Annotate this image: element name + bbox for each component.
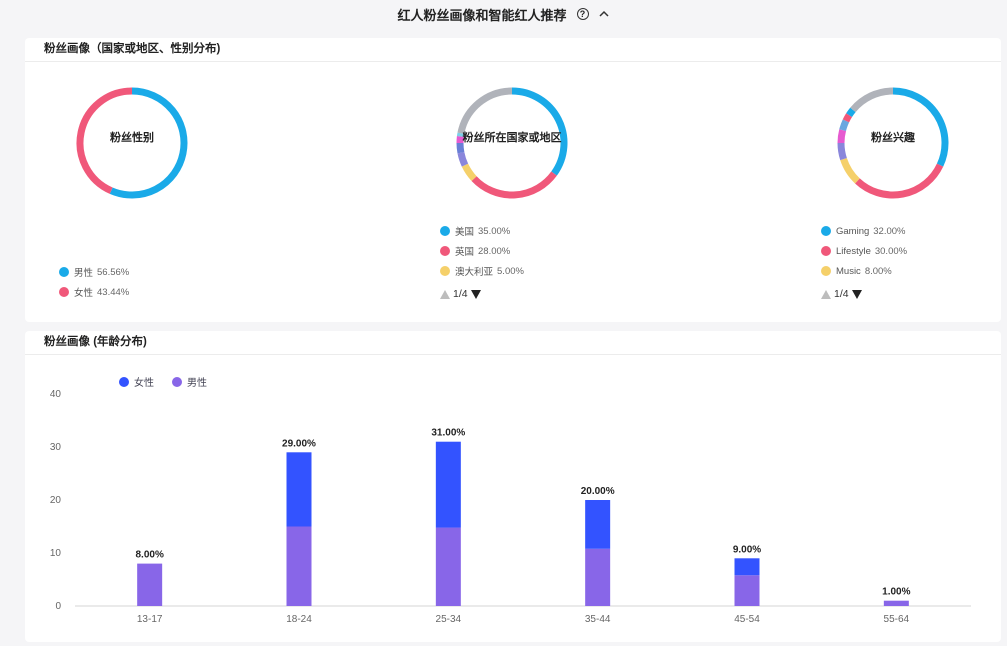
bar-total-label: 9.00%	[733, 544, 761, 555]
country-donut: 粉丝所在国家或地区	[455, 86, 569, 200]
pager-up-icon[interactable]	[440, 289, 450, 299]
country-legend-label: 美国	[455, 227, 475, 238]
country-legend-label: 英国	[455, 247, 475, 258]
bar-35-44-男性[interactable]	[585, 548, 611, 606]
section-title: 红人粉丝画像和智能红人推荐	[397, 7, 567, 23]
chevron-up-icon[interactable]	[598, 8, 610, 20]
bar-25-34-女性[interactable]	[435, 441, 461, 528]
bar-18-24-女性[interactable]	[286, 452, 312, 527]
interest-legend-item[interactable]: Gaming 32.00%	[821, 221, 907, 241]
age-card: 粉丝画像 (年龄分布) 女性 男性 0 10 20 30 40 8.00% 13-17 29.0…	[25, 331, 1001, 642]
bar-18-24-男性[interactable]	[286, 526, 312, 607]
age-card-title: 粉丝画像 (年龄分布)	[25, 331, 1001, 355]
bar-45-54-女性[interactable]	[734, 558, 760, 576]
gender-legend-pct: 56.56%	[97, 266, 130, 278]
interest-pager-text: 1/4	[834, 288, 849, 300]
country-donut-slice-1[interactable]	[471, 171, 557, 199]
interest-legend-pct: 32.00%	[873, 225, 906, 237]
interest-legend-item[interactable]: Music 8.00%	[821, 261, 907, 281]
country-donut-slice-3[interactable]	[457, 151, 469, 167]
bar-45-54-男性[interactable]	[734, 575, 760, 606]
gender-legend-item[interactable]: 男性 56.56%	[59, 262, 129, 282]
country-legend-item[interactable]: 美国 35.00%	[440, 221, 524, 241]
interest-legend-item[interactable]: Lifestyle 30.00%	[821, 241, 907, 261]
interest-legend: Gaming 32.00% Lifestyle 30.00% Music 8.00%	[821, 221, 907, 281]
interest-pager[interactable]: 1/4	[821, 286, 862, 302]
interest-donut-label: 粉丝兴趣	[871, 132, 915, 144]
bar-55-64-男性[interactable]	[883, 600, 909, 606]
y-tick-label: 10	[50, 548, 62, 559]
interest-legend-label: Lifestyle	[836, 245, 871, 257]
y-tick-label: 0	[55, 601, 61, 612]
gender-legend-item[interactable]: 女性 43.44%	[59, 282, 129, 302]
help-icon[interactable]: ?	[576, 8, 589, 20]
legend-dot-icon	[440, 226, 450, 236]
bar-total-label: 29.00%	[282, 438, 316, 449]
legend-dot-icon	[440, 246, 450, 256]
interest-donut-slice-6[interactable]	[842, 113, 853, 123]
x-tick-label: 55-64	[884, 614, 910, 625]
interest-legend-pct: 8.00%	[864, 265, 892, 277]
gender-donut: 粉丝性别	[75, 86, 189, 200]
pager-down-icon[interactable]	[851, 289, 862, 299]
x-tick-label: 35-44	[585, 614, 611, 625]
profile-card: 粉丝画像（国家或地区、性别分布) 粉丝性别 男性 56.56% 女性 43.44% 粉…	[25, 38, 1001, 322]
legend-dot-icon	[821, 266, 831, 276]
legend-dot-icon	[440, 266, 450, 276]
country-pager-text: 1/4	[453, 288, 468, 300]
country-legend-pct: 35.00%	[478, 225, 511, 237]
interest-donut: 粉丝兴趣	[836, 86, 950, 200]
interest-legend-label: Gaming	[836, 225, 870, 237]
y-tick-label: 40	[50, 389, 62, 400]
interest-donut-slice-1[interactable]	[855, 163, 944, 199]
legend-dot-icon	[821, 226, 831, 236]
country-legend-item[interactable]: 澳大利亚 5.00%	[440, 261, 524, 281]
country-legend-pct: 5.00%	[497, 265, 524, 277]
country-pager[interactable]: 1/4	[440, 286, 481, 302]
country-legend: 美国 35.00% 英国 28.00% 澳大利亚 5.00%	[440, 221, 524, 281]
legend-dot-icon	[59, 267, 69, 277]
gender-donut-label: 粉丝性别	[110, 132, 154, 144]
bar-35-44-女性[interactable]	[585, 500, 611, 549]
interest-donut-slice-3[interactable]	[837, 142, 847, 161]
pager-down-icon[interactable]	[470, 289, 481, 299]
gender-legend: 男性 56.56% 女性 43.44%	[59, 262, 129, 302]
pager-up-icon[interactable]	[821, 289, 831, 299]
x-tick-label: 25-34	[436, 614, 462, 625]
gender-legend-label: 男性	[74, 268, 94, 279]
country-legend-pct: 28.00%	[478, 245, 511, 257]
interest-donut-slice-7[interactable]	[846, 107, 856, 118]
bar-13-17-男性[interactable]	[137, 563, 163, 606]
country-legend-label: 澳大利亚	[455, 267, 494, 278]
bar-total-label: 1.00%	[882, 587, 910, 598]
x-tick-label: 13-17	[137, 614, 163, 625]
country-legend-item[interactable]: 英国 28.00%	[440, 241, 524, 261]
interest-legend-pct: 30.00%	[874, 245, 908, 257]
country-donut-slice-7[interactable]	[457, 87, 513, 135]
interest-legend-label: Music	[836, 265, 861, 277]
bar-total-label: 8.00%	[135, 550, 163, 561]
country-donut-label: 粉丝所在国家或地区	[462, 132, 562, 144]
profile-card-title: 粉丝画像（国家或地区、性别分布)	[25, 38, 1001, 62]
gender-legend-pct: 43.44%	[97, 286, 130, 298]
bar-25-34-男性[interactable]	[435, 527, 461, 606]
y-tick-label: 20	[50, 495, 62, 506]
gender-legend-label: 女性	[74, 288, 94, 299]
bar-total-label: 31.00%	[431, 428, 465, 439]
legend-dot-icon	[59, 287, 69, 297]
country-donut-slice-2[interactable]	[461, 163, 477, 181]
age-bar-chart: 0 10 20 30 40 8.00% 13-17 29.00% 18-24 31.00% 25-3…	[50, 389, 971, 625]
x-tick-label: 45-54	[734, 614, 760, 625]
bar-total-label: 20.00%	[581, 486, 615, 497]
section-header[interactable]: 红人粉丝画像和智能红人推荐 ?	[0, 0, 1007, 28]
x-tick-label: 18-24	[286, 614, 312, 625]
y-tick-label: 30	[50, 442, 62, 453]
legend-dot-icon	[821, 246, 831, 256]
interest-donut-slice-2[interactable]	[840, 157, 860, 184]
interest-donut-slice-8[interactable]	[850, 87, 894, 113]
